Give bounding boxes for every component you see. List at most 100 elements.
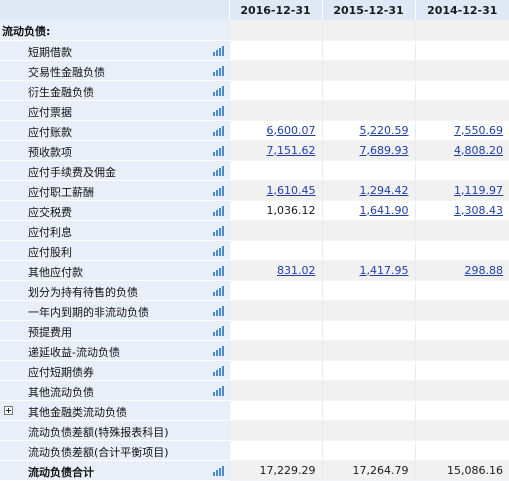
bar-chart-icon[interactable] <box>212 345 224 356</box>
value-cell <box>414 400 509 421</box>
row-label: 其他应付款 <box>28 265 83 279</box>
table-row: 流动负债差额(合计平衡项目) <box>0 440 509 461</box>
value-link[interactable]: 4,808.20 <box>454 144 503 157</box>
value-cell <box>414 160 509 181</box>
bar-chart-icon[interactable] <box>212 205 224 216</box>
row-label: 应付短期债券 <box>28 365 94 379</box>
empty-cell <box>414 20 509 41</box>
bar-chart-icon[interactable] <box>212 145 224 156</box>
value-cell: 6,600.07 <box>228 120 322 141</box>
bar-chart-icon[interactable] <box>212 365 224 376</box>
value-cell: 5,220.59 <box>321 120 415 141</box>
bar-chart-icon[interactable] <box>212 385 224 396</box>
value-link[interactable]: 831.02 <box>277 264 316 277</box>
row-label: 预提费用 <box>28 325 72 339</box>
expand-plus-icon[interactable] <box>4 405 13 415</box>
header-row: 2016-12-31 2015-12-31 2014-12-31 <box>0 0 509 20</box>
value-cell <box>321 440 415 461</box>
bar-chart-icon[interactable] <box>212 65 224 76</box>
value-cell <box>228 320 322 341</box>
value-cell <box>228 100 322 121</box>
bar-chart-icon[interactable] <box>212 465 224 476</box>
bar-chart-icon[interactable] <box>212 285 224 296</box>
bar-chart-icon[interactable] <box>212 165 224 176</box>
value-link[interactable]: 1,308.43 <box>454 204 503 217</box>
total-row: 流动负债合计 17,229.29 17,264.79 15,086.16 <box>0 460 509 481</box>
row-label-cell: 应付短期债券 <box>0 360 229 381</box>
value-cell: 1,417.95 <box>321 260 415 281</box>
bar-chart-icon[interactable] <box>212 125 224 136</box>
header-corner <box>0 0 229 20</box>
bar-chart-icon[interactable] <box>212 325 224 336</box>
row-label-cell: 应付票据 <box>0 100 229 121</box>
bar-chart-icon[interactable] <box>212 225 224 236</box>
bar-chart-icon[interactable] <box>212 85 224 96</box>
value-link[interactable]: 7,151.62 <box>267 144 316 157</box>
value-cell <box>414 420 509 441</box>
value-link[interactable]: 1,119.97 <box>454 184 503 197</box>
value-link[interactable]: 1,294.42 <box>360 184 409 197</box>
row-label: 划分为持有待售的负债 <box>28 285 138 299</box>
bar-chart-icon[interactable] <box>212 105 224 116</box>
value-cell: 831.02 <box>228 260 322 281</box>
value-cell <box>414 280 509 301</box>
value-cell <box>228 240 322 261</box>
table-row: 应付票据 <box>0 100 509 121</box>
table-row: 预提费用 <box>0 320 509 341</box>
value-cell: 1,610.45 <box>228 180 322 201</box>
table-row: 应付股利 <box>0 240 509 261</box>
value-cell <box>321 100 415 121</box>
value-cell <box>228 440 322 461</box>
value-cell <box>228 400 322 421</box>
value-cell: 298.88 <box>414 260 509 281</box>
value-link[interactable]: 1,610.45 <box>267 184 316 197</box>
value-cell <box>414 220 509 241</box>
value-cell <box>321 380 415 401</box>
value-link[interactable]: 5,220.59 <box>360 124 409 137</box>
value-cell <box>414 60 509 81</box>
value-cell <box>228 380 322 401</box>
row-label: 应付股利 <box>28 245 72 259</box>
value-link[interactable]: 298.88 <box>465 264 504 277</box>
value-cell <box>228 300 322 321</box>
value-link[interactable]: 7,689.93 <box>360 144 409 157</box>
bar-chart-icon[interactable] <box>212 265 224 276</box>
row-label-cell: 其他应付款 <box>0 260 229 281</box>
value-cell <box>228 420 322 441</box>
row-label-cell: 衍生金融负债 <box>0 80 229 101</box>
row-label-cell: 应付账款 <box>0 120 229 141</box>
value-link[interactable]: 6,600.07 <box>267 124 316 137</box>
value-link[interactable]: 7,550.69 <box>454 124 503 137</box>
bar-chart-icon[interactable] <box>212 185 224 196</box>
bar-chart-icon[interactable] <box>212 45 224 56</box>
value-cell <box>228 160 322 181</box>
row-label-cell: 其他金融类流动负债 <box>0 400 229 421</box>
value-cell: 15,086.16 <box>414 460 509 481</box>
bar-chart-icon[interactable] <box>212 245 224 256</box>
row-label-cell: 应付股利 <box>0 240 229 261</box>
value-cell <box>321 60 415 81</box>
column-header-2015: 2015-12-31 <box>321 0 415 20</box>
row-label: 流动负债差额(合计平衡项目) <box>28 445 169 459</box>
empty-cell <box>228 20 322 41</box>
row-label: 应付手续费及佣金 <box>28 165 116 179</box>
row-label: 递延收益-流动负债 <box>28 345 120 359</box>
value-text: 17,264.79 <box>352 463 409 477</box>
value-cell: 7,151.62 <box>228 140 322 161</box>
value-cell <box>321 220 415 241</box>
table-row: 应付职工薪酬 1,610.45 1,294.42 1,119.97 <box>0 180 509 201</box>
liabilities-table: 2016-12-31 2015-12-31 2014-12-31 流动负债: 短… <box>0 0 509 481</box>
value-cell <box>321 420 415 441</box>
table-row: 其他应付款 831.02 1,417.95 298.88 <box>0 260 509 281</box>
table-row: 递延收益-流动负债 <box>0 340 509 361</box>
row-label: 流动负债合计 <box>28 465 94 479</box>
value-link[interactable]: 1,417.95 <box>360 264 409 277</box>
value-cell <box>414 380 509 401</box>
bar-chart-icon[interactable] <box>212 305 224 316</box>
value-link[interactable]: 1,641.90 <box>360 204 409 217</box>
value-cell <box>414 440 509 461</box>
row-label-cell: 应付利息 <box>0 220 229 241</box>
table-row: 划分为持有待售的负债 <box>0 280 509 301</box>
value-cell <box>228 80 322 101</box>
row-label: 应交税费 <box>28 205 72 219</box>
